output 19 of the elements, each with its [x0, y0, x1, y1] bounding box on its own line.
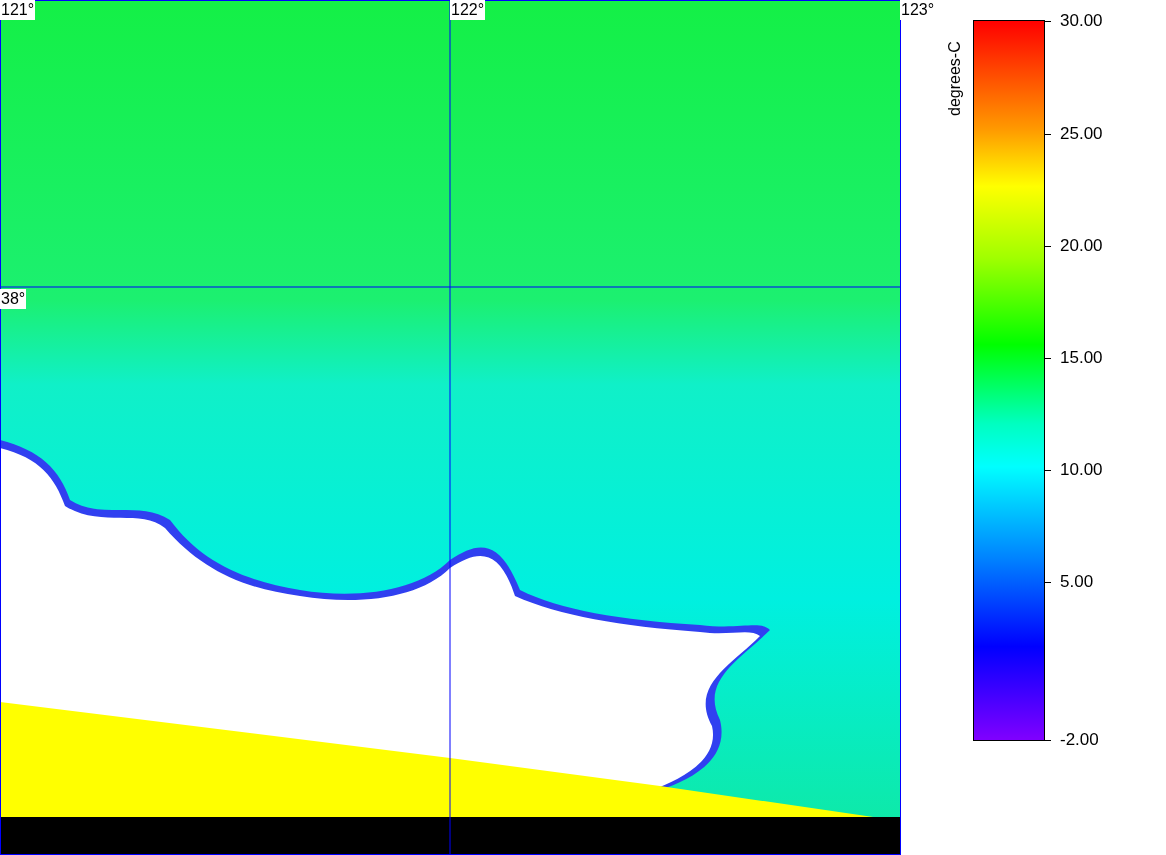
tick-label: 20.00	[1060, 236, 1103, 256]
tick-mark	[1045, 246, 1051, 247]
tick-label: 5.00	[1060, 572, 1094, 592]
tick-label: 10.00	[1060, 460, 1103, 480]
latitude-label: 38°	[0, 289, 27, 309]
tick-label: 30.00	[1060, 11, 1103, 31]
legend-title: degrees-C	[947, 41, 963, 116]
tick-label: 15.00	[1060, 348, 1103, 368]
tick-mark	[1045, 358, 1051, 359]
tick-mark	[1045, 582, 1051, 583]
longitude-label: 121°	[0, 0, 36, 20]
longitude-label: 123°	[900, 0, 936, 20]
tick-label: 25.00	[1060, 124, 1103, 144]
tick-mark	[1045, 470, 1051, 471]
longitude-label: 122°	[450, 0, 486, 20]
tick-mark	[1045, 740, 1051, 741]
tick-mark	[1045, 134, 1051, 135]
tick-mark	[1045, 21, 1051, 22]
tick-label: -2.00	[1060, 730, 1099, 750]
